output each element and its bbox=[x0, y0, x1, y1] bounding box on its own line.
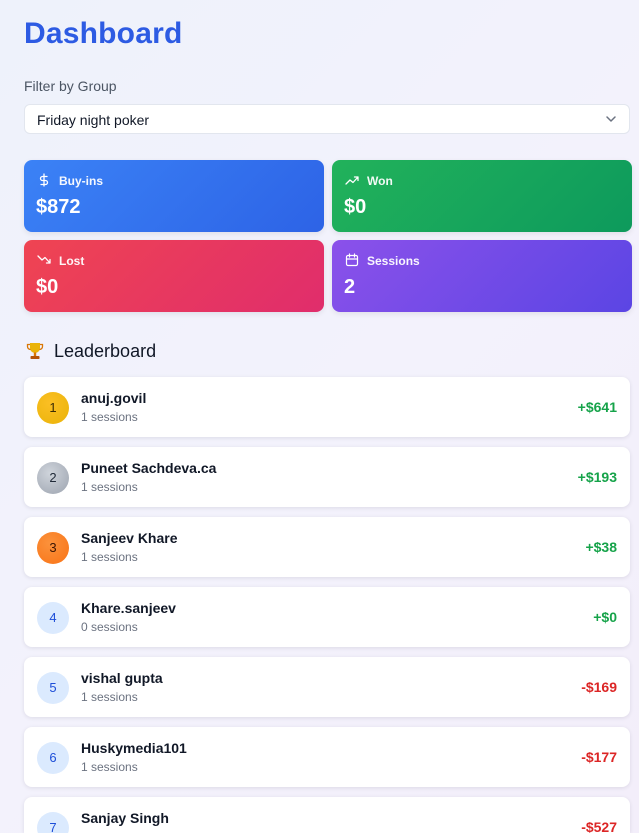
stat-card-won: Won $0 bbox=[332, 160, 632, 232]
player-name: anuj.govil bbox=[81, 390, 147, 406]
leaderboard-row[interactable]: 5 vishal gupta 1 sessions -$169 bbox=[24, 657, 630, 717]
rank-badge: 3 bbox=[37, 532, 69, 564]
player-net-amount: -$527 bbox=[581, 819, 617, 833]
group-filter-value: Friday night poker bbox=[37, 112, 150, 128]
stat-card-lost: Lost $0 bbox=[24, 240, 324, 312]
stat-card-buyins: Buy-ins $872 bbox=[24, 160, 324, 232]
player-net-amount: -$169 bbox=[581, 679, 617, 695]
leaderboard-row[interactable]: 7 Sanjay Singh -$527 bbox=[24, 797, 630, 833]
player-net-amount: +$0 bbox=[593, 609, 617, 625]
dashboard-page: Dashboard Filter by Group Friday night p… bbox=[8, 0, 639, 833]
calendar-icon bbox=[345, 253, 359, 267]
player-net-amount: +$641 bbox=[577, 399, 617, 415]
rank-badge: 4 bbox=[37, 602, 69, 634]
player-sessions: 1 sessions bbox=[81, 760, 138, 774]
rank-badge: 6 bbox=[37, 742, 69, 774]
player-sessions: 1 sessions bbox=[81, 550, 138, 564]
filter-label: Filter by Group bbox=[24, 78, 117, 94]
leaderboard-row[interactable]: 1 anuj.govil 1 sessions +$641 bbox=[24, 377, 630, 437]
player-name: Sanjeev Khare bbox=[81, 530, 178, 546]
rank-badge: 1 bbox=[37, 392, 69, 424]
stat-label-sessions: Sessions bbox=[367, 254, 420, 268]
page-title: Dashboard bbox=[24, 17, 183, 50]
player-net-amount: -$177 bbox=[581, 749, 617, 765]
trending-down-icon bbox=[37, 255, 51, 264]
stat-label-lost: Lost bbox=[59, 254, 85, 268]
group-filter-select[interactable]: Friday night poker bbox=[24, 104, 630, 134]
trending-up-icon bbox=[345, 176, 359, 185]
player-name: Puneet Sachdeva.ca bbox=[81, 460, 217, 476]
trophy-icon bbox=[26, 343, 44, 359]
leaderboard-row[interactable]: 4 Khare.sanjeev 0 sessions +$0 bbox=[24, 587, 630, 647]
player-sessions: 1 sessions bbox=[81, 480, 138, 494]
stat-card-sessions: Sessions 2 bbox=[332, 240, 632, 312]
player-net-amount: +$193 bbox=[577, 469, 617, 485]
rank-badge: 7 bbox=[37, 812, 69, 833]
player-name: vishal gupta bbox=[81, 670, 163, 686]
player-sessions: 0 sessions bbox=[81, 620, 138, 634]
player-name: Khare.sanjeev bbox=[81, 600, 176, 616]
dollar-icon bbox=[39, 173, 49, 187]
chevron-down-icon bbox=[606, 116, 616, 122]
stat-value-sessions: 2 bbox=[344, 276, 356, 298]
rank-badge: 2 bbox=[37, 462, 69, 494]
rank-badge: 5 bbox=[37, 672, 69, 704]
stat-value-lost: $0 bbox=[36, 276, 59, 298]
player-name: Sanjay Singh bbox=[81, 810, 169, 826]
player-net-amount: +$38 bbox=[585, 539, 617, 555]
leaderboard-row[interactable]: 6 Huskymedia101 1 sessions -$177 bbox=[24, 727, 630, 787]
stat-value-won: $0 bbox=[344, 196, 367, 218]
player-name: Huskymedia101 bbox=[81, 740, 187, 756]
leaderboard-row[interactable]: 3 Sanjeev Khare 1 sessions +$38 bbox=[24, 517, 630, 577]
stat-value-buyins: $872 bbox=[36, 196, 81, 218]
player-sessions: 1 sessions bbox=[81, 410, 138, 424]
stat-label-buyins: Buy-ins bbox=[59, 174, 104, 188]
leaderboard-row[interactable]: 2 Puneet Sachdeva.ca 1 sessions +$193 bbox=[24, 447, 630, 507]
leaderboard-title: Leaderboard bbox=[54, 341, 157, 361]
stat-label-won: Won bbox=[367, 174, 393, 188]
player-sessions: 1 sessions bbox=[81, 690, 138, 704]
